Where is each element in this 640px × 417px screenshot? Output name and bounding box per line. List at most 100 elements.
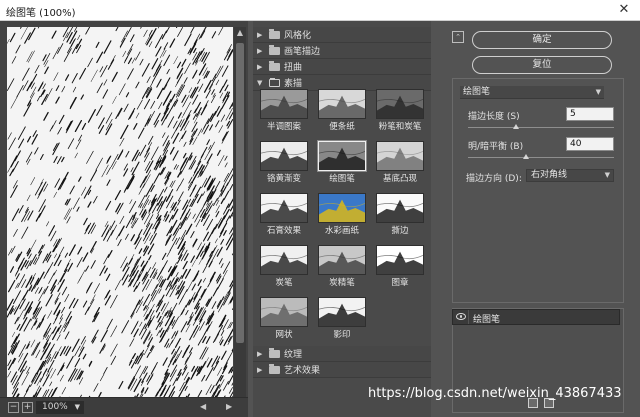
ok-button[interactable]: 确定 — [472, 31, 612, 49]
stroke-length-slider-knob[interactable] — [513, 124, 520, 129]
filter-thumbnail-image — [260, 297, 308, 327]
folder-icon — [269, 60, 280, 71]
balance-input[interactable]: 40 — [566, 137, 614, 151]
filter-thumbnail-label: 炭笔 — [275, 278, 293, 288]
balance-label: 明/暗平衡 (B) — [468, 142, 524, 152]
effect-layer-name: 绘图笔 — [473, 315, 501, 325]
scrollbar-thumb[interactable] — [236, 43, 244, 343]
category-texture[interactable]: ▶ 纹理 — [253, 346, 431, 362]
settings-pane: ⌃ 确定 复位 绘图笔 ▼ 描边长度 (S) 5 明/暗平衡 (B) 40 描边… — [446, 21, 640, 417]
filter-thumbnail-label: 炭精笔 — [329, 278, 355, 288]
expand-arrow-icon: ▶ — [257, 46, 263, 55]
balance-slider[interactable] — [468, 157, 614, 158]
folder-icon — [269, 44, 280, 55]
open-folder-icon — [269, 77, 280, 87]
stroke-length-input[interactable]: 5 — [566, 107, 614, 121]
preview-sketch — [7, 27, 233, 417]
filter-thumbnail-label: 水彩画纸 — [324, 226, 359, 236]
filter-thumbnail[interactable]: 网状 — [257, 297, 311, 341]
chevron-down-icon: ▼ — [595, 88, 601, 96]
category-stylize[interactable]: ▶ 风格化 — [253, 27, 431, 43]
zoom-out-button[interactable]: − — [8, 402, 19, 413]
preview-image[interactable] — [7, 27, 233, 417]
filter-thumbnail-image — [376, 89, 424, 119]
zoom-level-select[interactable]: 100% ▼ — [36, 401, 84, 414]
filter-thumbnail[interactable]: 撕边 — [373, 193, 427, 237]
filter-thumbnail-image — [260, 141, 308, 171]
filter-thumbnail[interactable]: 便条纸 — [315, 89, 369, 133]
stroke-direction-label: 描边方向 (D): — [466, 174, 522, 184]
expand-arrow-icon: ▶ — [257, 349, 263, 358]
zoom-in-button[interactable]: + — [22, 402, 33, 413]
filter-thumbnail-label: 图章 — [391, 278, 409, 288]
category-label: 风格化 — [284, 31, 312, 41]
expand-arrow-icon: ▶ — [257, 365, 263, 374]
category-distort[interactable]: ▶ 扭曲 — [253, 59, 431, 75]
filter-thumbnail-label: 便条纸 — [329, 122, 355, 132]
category-label: 纹理 — [284, 350, 303, 360]
category-brush-strokes[interactable]: ▶ 画笔描边 — [253, 43, 431, 59]
category-label: 画笔描边 — [284, 47, 321, 57]
folder-icon — [269, 363, 280, 374]
stroke-direction-value: 右对角线 — [531, 170, 568, 180]
filter-thumbnail-label: 半调图案 — [266, 122, 301, 132]
preview-vertical-scrollbar[interactable]: ▲ ▼ — [234, 27, 246, 407]
filter-thumbnail-image — [318, 89, 366, 119]
filter-thumbnail[interactable]: 图章 — [373, 245, 427, 289]
preview-footer: − + 100% ▼ ◀ ▶ — [0, 397, 248, 417]
scroll-up-icon[interactable]: ▲ — [234, 27, 246, 39]
filter-thumbnail-image — [318, 245, 366, 275]
stroke-length-label: 描边长度 (S) — [468, 112, 520, 122]
scroll-right-icon[interactable]: ▶ — [226, 402, 236, 411]
filter-thumbnail-image — [260, 193, 308, 223]
title-bar: 绘图笔 (100%) ✕ — [0, 0, 640, 21]
filter-thumbnail[interactable]: 炭精笔 — [315, 245, 369, 289]
filter-thumbnail-image — [376, 141, 424, 171]
filter-thumbnail[interactable]: 铬黄渐变 — [257, 141, 311, 185]
balance-slider-knob[interactable] — [523, 154, 530, 159]
folder-icon — [269, 28, 280, 39]
filter-thumbnail[interactable]: 绘图笔 — [315, 140, 369, 185]
filter-thumbnail-image — [376, 193, 424, 223]
chevron-down-icon: ▼ — [604, 171, 610, 179]
filter-thumbnail-label: 影印 — [333, 330, 351, 340]
filter-thumbnail[interactable]: 炭笔 — [257, 245, 311, 289]
stroke-direction-select[interactable]: 右对角线 ▼ — [526, 169, 614, 182]
category-label: 艺术效果 — [284, 366, 321, 376]
filter-thumbnail[interactable]: 基底凸现 — [373, 141, 427, 185]
scroll-left-icon[interactable]: ◀ — [200, 402, 210, 411]
filter-thumbnail-label: 绘图笔 — [329, 174, 355, 184]
close-icon[interactable]: ✕ — [616, 2, 632, 17]
category-label: 扭曲 — [284, 63, 303, 73]
filter-thumbnail-label: 粉笔和炭笔 — [378, 122, 422, 132]
eye-icon[interactable] — [456, 313, 466, 320]
filter-thumbnail[interactable]: 影印 — [315, 297, 369, 341]
stroke-length-slider[interactable] — [468, 127, 614, 128]
filter-thumbnail-image — [318, 193, 366, 223]
filter-thumbnail-image — [317, 140, 367, 172]
filter-select[interactable]: 绘图笔 ▼ — [460, 86, 604, 99]
chevron-down-icon: ▼ — [74, 403, 80, 411]
reset-button[interactable]: 复位 — [472, 56, 612, 74]
filter-thumbnail-image — [260, 245, 308, 275]
filter-select-value: 绘图笔 — [463, 87, 491, 97]
filter-thumbnail[interactable]: 石膏效果 — [257, 193, 311, 237]
effect-layer-row[interactable]: 绘图笔 — [452, 309, 620, 325]
filter-thumbnail-image — [260, 89, 308, 119]
collapse-gallery-icon[interactable]: ⌃ — [452, 31, 464, 43]
category-artistic[interactable]: ▶ 艺术效果 — [253, 362, 431, 378]
filter-thumbnail[interactable]: 半调图案 — [257, 89, 311, 133]
filter-thumbnail-label: 网状 — [275, 330, 293, 340]
filter-thumbnail-image — [318, 297, 366, 327]
watermark-text: https://blog.csdn.net/weixin_43867433 — [368, 386, 622, 401]
zoom-level-value: 100% — [42, 402, 68, 412]
filter-thumbnail-image — [376, 245, 424, 275]
filter-thumbnail-label: 撕边 — [391, 226, 409, 236]
preview-pane: ▲ ▼ − + 100% ▼ ◀ ▶ — [0, 21, 248, 417]
filter-thumbnail-label: 石膏效果 — [266, 226, 301, 236]
folder-icon — [269, 347, 280, 358]
filter-thumbnail-label: 基底凸现 — [382, 174, 417, 184]
filter-thumbnail[interactable]: 粉笔和炭笔 — [373, 89, 427, 133]
category-label: 素描 — [284, 79, 303, 89]
filter-thumbnail[interactable]: 水彩画纸 — [315, 193, 369, 237]
